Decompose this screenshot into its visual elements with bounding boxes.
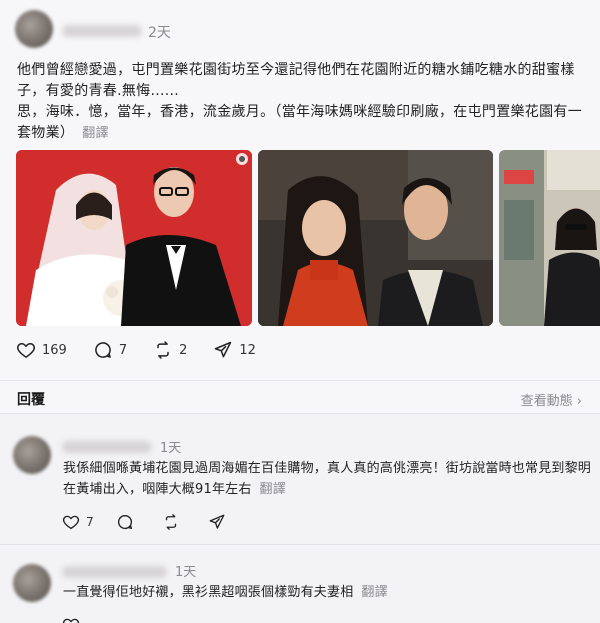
share-icon bbox=[215, 341, 232, 358]
commenter-name-blurred[interactable] bbox=[62, 441, 152, 453]
replies-title: 回覆 bbox=[17, 392, 45, 408]
translate-link[interactable]: 翻譯 bbox=[82, 126, 109, 141]
comment-icon bbox=[117, 514, 132, 530]
heart-icon bbox=[17, 343, 35, 358]
comment-body: 一直覺得佢地好襯，黑衫黑超咽張個樣勁有夫妻相 翻譯 bbox=[63, 582, 593, 603]
comment-time: 1天 bbox=[160, 441, 182, 456]
heart-icon bbox=[62, 515, 80, 530]
post-text-line1: 他們曾經戀愛過，屯門置樂花園街坊至今還記得他們在花園附近的糖水鋪吃糖水的甜蜜樣子… bbox=[17, 62, 575, 99]
like-count: 7 bbox=[86, 515, 94, 529]
comment-button[interactable] bbox=[116, 513, 140, 531]
repost-button[interactable]: 2 bbox=[153, 340, 187, 360]
share-button[interactable] bbox=[208, 513, 232, 531]
repost-icon bbox=[157, 341, 169, 359]
heart-icon bbox=[62, 618, 80, 623]
commenter-name-blurred[interactable] bbox=[62, 566, 167, 578]
comment-item: 1天 我係細個喺黃埔花園見過周海媚在百佳購物，真人真的高佻漂亮！街坊說當時也常見… bbox=[0, 420, 600, 545]
post-image-wedding[interactable] bbox=[16, 150, 252, 326]
post: 2天 他們曾經戀愛過，屯門置樂花園街坊至今還記得他們在花園附近的糖水鋪吃糖水的甜… bbox=[0, 0, 600, 380]
commenter-avatar[interactable] bbox=[13, 436, 51, 474]
comment-text: 我係細個喺黃埔花園見過周海媚在百佳購物，真人真的高佻漂亮！街坊說當時也常見到黎明… bbox=[63, 461, 592, 497]
author-avatar[interactable] bbox=[15, 10, 53, 48]
like-button[interactable] bbox=[62, 616, 86, 623]
post-body: 他們曾經戀愛過，屯門置樂花園街坊至今還記得他們在花園附近的糖水鋪吃糖水的甜蜜樣子… bbox=[17, 60, 587, 144]
post-image-film-still[interactable] bbox=[258, 150, 493, 326]
view-activity-link[interactable]: 查看動態 › bbox=[521, 390, 582, 409]
repost-button[interactable] bbox=[162, 513, 186, 531]
comment-item: 1天 一直覺得佢地好襯，黑衫黑超咽張個樣勁有夫妻相 翻譯 bbox=[0, 550, 600, 623]
post-image-street[interactable] bbox=[499, 150, 600, 326]
film-still-photo bbox=[258, 150, 493, 326]
translate-link[interactable]: 翻譯 bbox=[361, 585, 387, 600]
like-count: 169 bbox=[42, 342, 67, 358]
commenter-avatar[interactable] bbox=[13, 564, 51, 602]
post-text-line2: 思，海味．憶，當年，香港，流金歲月。（當年海味媽咪經驗印刷廠，在屯門置樂花園有一… bbox=[17, 102, 587, 144]
share-count: 12 bbox=[239, 342, 256, 358]
comment-text: 一直覺得佢地好襯，黑衫黑超咽張個樣勁有夫妻相 bbox=[63, 585, 354, 600]
share-button[interactable]: 12 bbox=[213, 340, 256, 360]
street-photo bbox=[499, 150, 600, 326]
comment-button[interactable]: 7 bbox=[93, 340, 127, 360]
comment-actions: 7 bbox=[62, 513, 254, 531]
repost-icon bbox=[165, 514, 176, 530]
comment-icon bbox=[95, 342, 111, 358]
comment-body: 我係細個喺黃埔花園見過周海媚在百佳購物，真人真的高佻漂亮！街坊說當時也常見到黎明… bbox=[63, 458, 593, 500]
comment-actions bbox=[62, 616, 108, 623]
comment-time: 1天 bbox=[175, 565, 197, 580]
post-actions: 169 7 2 12 bbox=[16, 338, 282, 362]
wedding-photo bbox=[16, 150, 252, 326]
post-time: 2天 bbox=[148, 25, 171, 41]
translate-link[interactable]: 翻譯 bbox=[260, 482, 286, 497]
like-button[interactable]: 169 bbox=[16, 340, 67, 360]
author-name-blurred[interactable] bbox=[62, 25, 142, 37]
image-carousel[interactable] bbox=[16, 150, 600, 326]
like-button[interactable]: 7 bbox=[62, 513, 94, 531]
share-icon bbox=[209, 514, 225, 529]
reply-section-header: 回覆 查看動態 › bbox=[0, 380, 600, 414]
comment-count: 7 bbox=[118, 342, 128, 358]
repost-count: 2 bbox=[179, 342, 188, 358]
